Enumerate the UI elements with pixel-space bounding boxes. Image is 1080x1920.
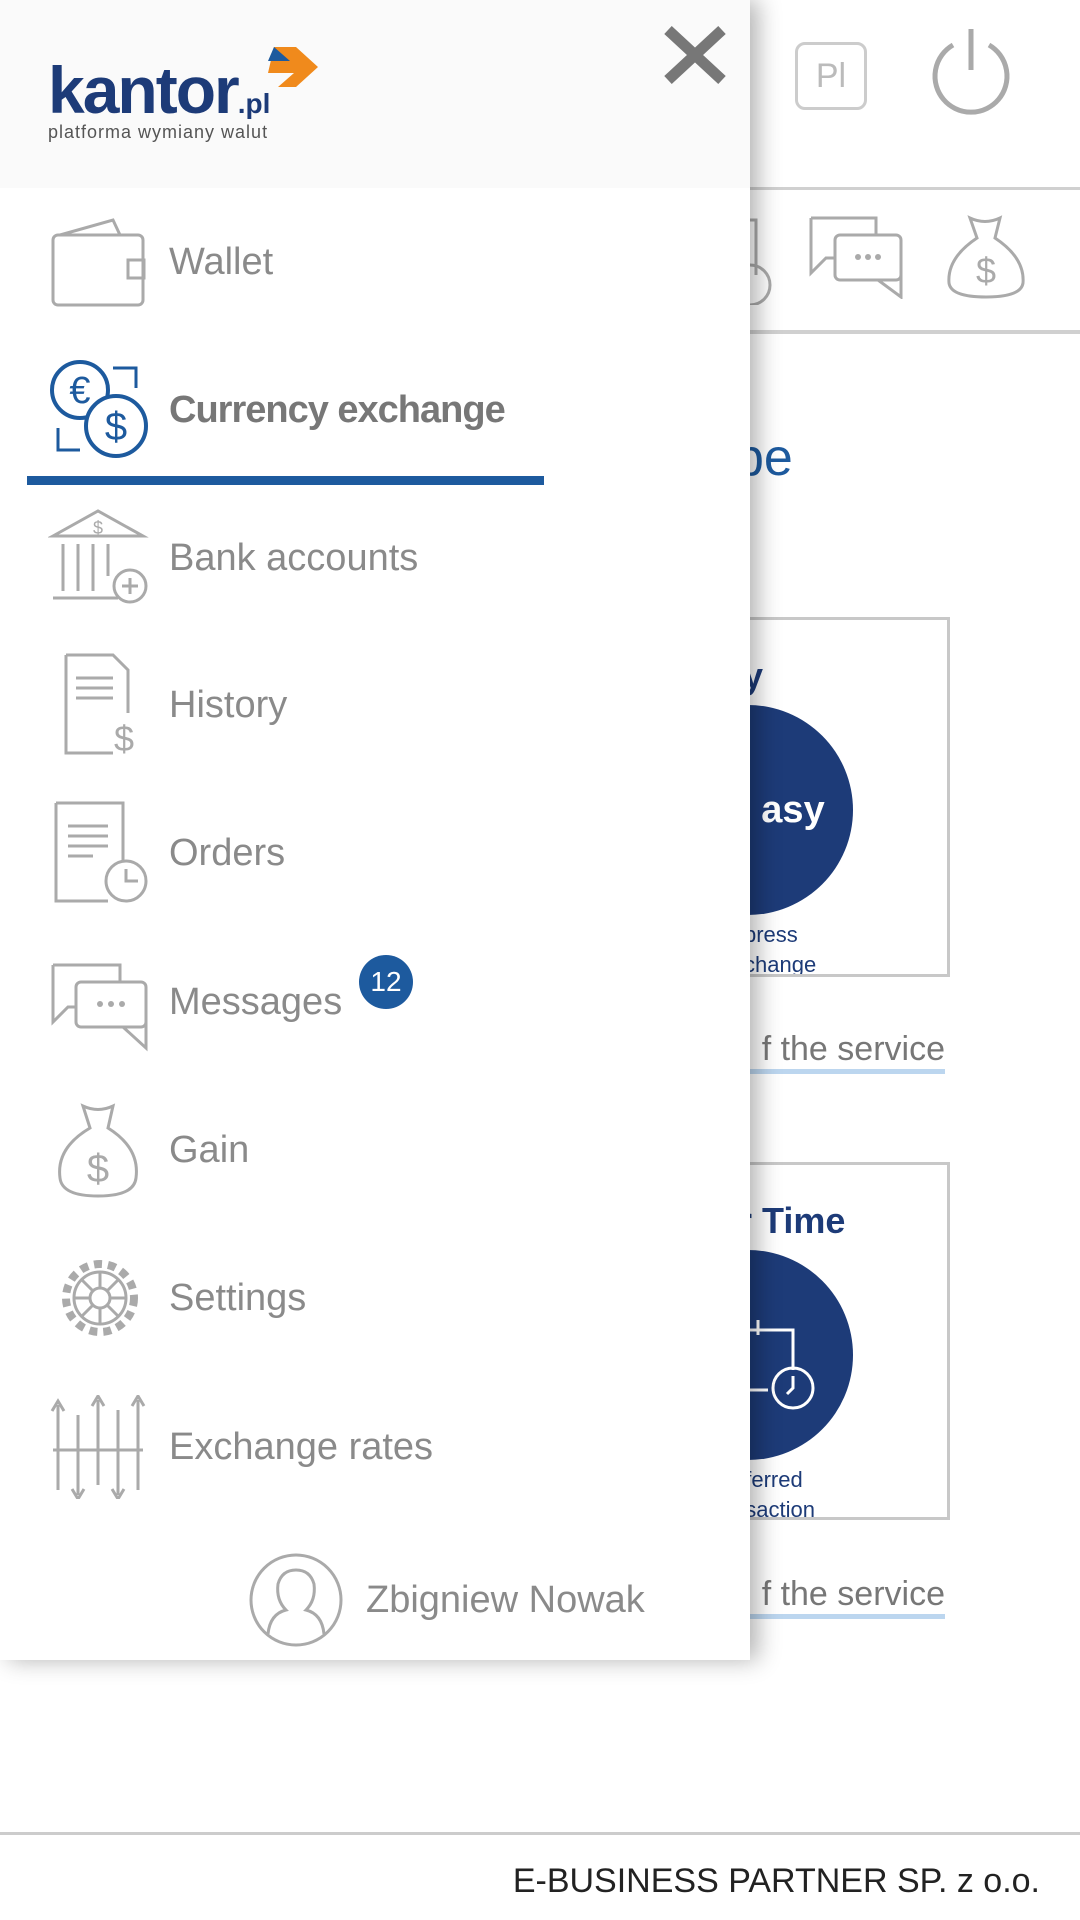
messages-icon[interactable] xyxy=(808,213,904,299)
sidebar-item-orders[interactable]: Orders xyxy=(0,788,750,918)
sidebar-item-gain[interactable]: $ Gain xyxy=(0,1085,750,1215)
gear-icon xyxy=(62,1260,138,1336)
sidebar-item-label: History xyxy=(169,683,288,726)
avatar xyxy=(249,1553,343,1647)
sidebar-item-history[interactable]: $ History xyxy=(0,640,750,770)
sidebar-item-currency-exchange[interactable]: € $ Currency exchange xyxy=(0,345,750,475)
footer-divider xyxy=(0,1832,1080,1835)
currency-exchange-icon: €$ xyxy=(50,360,148,458)
svg-text:$: $ xyxy=(87,1147,109,1191)
user-profile[interactable]: Zbigniew Nowak xyxy=(248,1552,645,1648)
sidebar-item-exchange-rates[interactable]: Exchange rates xyxy=(0,1382,750,1512)
orders-icon[interactable] xyxy=(750,215,780,305)
sidebar-item-label: Messages xyxy=(169,980,343,1023)
exchange-rates-icon xyxy=(50,1395,146,1499)
user-name: Zbigniew Nowak xyxy=(366,1578,645,1621)
orders-icon xyxy=(54,801,148,903)
svg-text:$: $ xyxy=(976,250,996,291)
sidebar-item-label: Gain xyxy=(169,1128,250,1171)
sidebar-item-bank-accounts[interactable]: $ Bank accounts xyxy=(0,493,750,623)
footer-company: E-BUSINESS PARTNER SP. z o.o. xyxy=(512,1862,1040,1900)
bank-icon: $ xyxy=(48,509,149,604)
card-title: r Time xyxy=(738,1200,846,1241)
sidebar-item-wallet[interactable]: Wallet xyxy=(0,197,750,327)
unread-badge: 12 xyxy=(359,955,413,1009)
svg-text:$: $ xyxy=(105,405,127,449)
close-icon[interactable] xyxy=(662,24,728,86)
sidebar-item-label: Currency exchange xyxy=(169,388,506,431)
drawer-header: kantor.pl platforma wymiany walut xyxy=(0,0,750,188)
sidebar-item-settings[interactable]: Settings xyxy=(0,1233,750,1363)
navigation-drawer: kantor.pl platforma wymiany walut Wallet… xyxy=(0,0,750,1660)
sidebar-item-label: Orders xyxy=(169,831,286,874)
money-bag-icon[interactable]: $ xyxy=(945,213,1027,299)
wallet-icon xyxy=(51,218,146,307)
active-indicator xyxy=(27,476,544,485)
sidebar-item-label: Bank accounts xyxy=(169,536,419,579)
svg-text:$: $ xyxy=(93,518,103,538)
language-button[interactable]: Pl xyxy=(795,42,867,110)
sidebar-item-label: Settings xyxy=(169,1276,307,1319)
svg-text:€: € xyxy=(69,370,90,412)
power-icon[interactable] xyxy=(925,25,1017,117)
logo[interactable]: kantor.pl platforma wymiany walut xyxy=(48,47,318,143)
money-bag-icon: $ xyxy=(58,1103,138,1198)
sidebar-item-label: Wallet xyxy=(169,240,274,283)
svg-text:$: $ xyxy=(114,718,134,757)
sidebar-item-label: Exchange rates xyxy=(169,1425,434,1468)
messages-icon xyxy=(51,963,148,1052)
history-icon: $ xyxy=(64,653,134,757)
